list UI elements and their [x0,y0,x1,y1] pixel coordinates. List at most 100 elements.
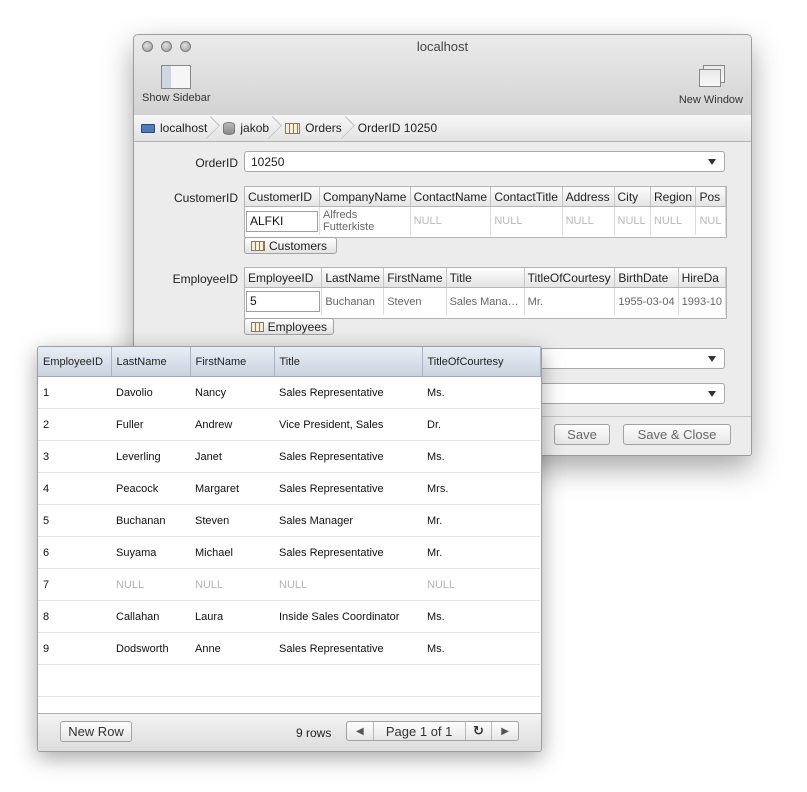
table-cell: 1 [38,376,111,409]
column-header[interactable]: BirthDate [614,268,679,288]
table-cell[interactable]: NULL [650,206,697,235]
table-cell[interactable]: NULL [410,206,492,235]
customers-button[interactable]: Customers [244,237,337,254]
column-header[interactable]: Region [650,187,697,207]
column-header[interactable]: HireDa [678,268,726,288]
show-sidebar-label: Show Sidebar [142,92,211,104]
column-header[interactable]: Title [446,268,525,288]
table-cell: Sales Manager [274,504,422,537]
sidebar-icon [161,65,192,89]
column-header[interactable]: TitleOfCourtesy [524,268,616,288]
table-cell[interactable]: NULL [562,206,615,235]
employee-id-label: EmployeeID [172,272,238,286]
column-header[interactable]: FirstName [383,268,447,288]
new-window-label: New Window [678,94,743,106]
column-header[interactable]: Pos [695,187,726,207]
table-cell [111,664,190,697]
table-cell[interactable]: NUL [695,206,726,235]
previous-page-icon[interactable]: ◀ [347,722,374,740]
title-bar: localhost Show Sidebar New Window [134,35,751,116]
table-cell: Ms. [422,600,540,633]
table-cell[interactable]: 1955-03-04 [614,287,679,315]
column-header[interactable]: FirstName [190,347,275,377]
breadcrumb-label: localhost [160,121,208,135]
table-cell[interactable]: ALFKI [245,206,320,235]
table-cell: 8 [38,600,111,633]
table-cell: Sales Representative [274,376,422,409]
table-cell: Vice President, Sales [274,408,422,441]
table-row[interactable]: 9 Dodsworth Anne Sales Representative Ms. [38,632,540,665]
employees-button[interactable]: Employees [244,318,334,335]
popover-footer: New Row 9 rows ◀ Page 1 of 1 ↻ ▶ [38,713,541,751]
new-row-button[interactable]: New Row [60,721,132,742]
table-cell: Dodsworth [111,632,190,665]
laptop-icon [141,123,155,133]
customer-id-label: CustomerID [173,191,238,205]
chevron-down-icon [708,159,716,165]
show-sidebar-button[interactable]: Show Sidebar [142,65,211,104]
table-cell [422,664,540,697]
table-row[interactable]: 5 Buchanan Steven Sales Manager Mr. [38,504,540,537]
column-header[interactable]: EmployeeID [245,268,323,288]
table-cell: 6 [38,536,111,569]
table-cell[interactable]: Buchanan [321,287,385,315]
table-cell: Peacock [111,472,190,505]
table-cell: Ms. [422,376,540,409]
table-cell: Andrew [190,408,274,441]
table-row[interactable]: 8 Callahan Laura Inside Sales Coordinator Ms… [38,600,540,633]
table-cell[interactable]: Steven [383,287,447,315]
save-close-button[interactable]: Save & Close [623,424,731,445]
table-cell: 4 [38,472,111,505]
table-cell: NULL [422,568,540,601]
order-id-select[interactable]: 10250 [244,151,725,172]
customer-grid: CustomerID CompanyName ContactName ContactT… [244,186,727,238]
database-icon [223,121,236,135]
new-window-button[interactable]: New Window [679,65,743,106]
breadcrumb-order[interactable]: OrderID 10250 [351,115,446,141]
table-cell[interactable]: NULL [490,206,563,235]
table-row[interactable]: 6 Suyama Michael Sales Representative Mr. [38,536,540,569]
table-icon [251,321,264,332]
table-cell[interactable]: Sales Mana… [446,287,525,315]
table-cell[interactable]: 1993-10 [678,287,726,315]
breadcrumb-localhost[interactable]: localhost [134,115,216,141]
table-cell[interactable]: NULL [614,206,651,235]
refresh-icon[interactable]: ↻ [466,722,493,740]
cell-value: ALFKI [246,210,318,232]
column-header[interactable]: TitleOfCourtesy [422,347,541,377]
column-header[interactable]: City [614,187,651,207]
column-header[interactable]: Address [562,187,615,207]
breadcrumb-label: Orders [305,121,342,135]
table-cell: Mrs. [422,472,540,505]
table-cell: Janet [190,440,274,473]
table-row[interactable]: 3 Leverling Janet Sales Representative Ms. [38,440,540,473]
table-cell: Sales Representative [274,536,422,569]
column-header[interactable]: ContactTitle [490,187,563,207]
column-header[interactable]: CustomerID [245,187,320,207]
table-cell[interactable]: 5 [245,287,323,315]
table-row[interactable]: 4 Peacock Margaret Sales Representative Mrs. [38,472,540,505]
save-button[interactable]: Save [554,424,610,445]
table-cell: 3 [38,440,111,473]
breadcrumb-jakob[interactable]: jakob [216,115,278,141]
table-row[interactable]: 2 Fuller Andrew Vice President, Sales Dr. [38,408,540,441]
table-row[interactable]: 1 Davolio Nancy Sales Representative Ms. [38,376,540,409]
table-row[interactable]: 5 Buchanan Steven Sales Mana… Mr. 1955-03-04 1… [245,287,726,315]
next-page-icon[interactable]: ▶ [492,722,518,740]
column-header[interactable]: Title [274,347,423,377]
column-header[interactable]: CompanyName [319,187,411,207]
column-header[interactable]: LastName [111,347,191,377]
chevron-down-icon [708,391,716,397]
breadcrumb-label: jakob [240,121,270,135]
table-cell: Buchanan [111,504,190,537]
column-header[interactable]: ContactName [410,187,492,207]
customers-button-label: Customers [269,238,328,253]
column-header[interactable]: EmployeeID [38,347,112,377]
table-icon [251,240,265,251]
table-row[interactable]: 7 NULL NULL NULL NULL [38,568,540,601]
breadcrumb-orders[interactable]: Orders [278,115,351,141]
table-cell[interactable]: Alfreds Futterkiste [319,206,411,235]
column-header[interactable]: LastName [321,268,385,288]
table-cell[interactable]: Mr. [524,287,616,315]
table-row[interactable]: ALFKI Alfreds Futterkiste NULL NULL NULL NULL… [245,206,726,235]
